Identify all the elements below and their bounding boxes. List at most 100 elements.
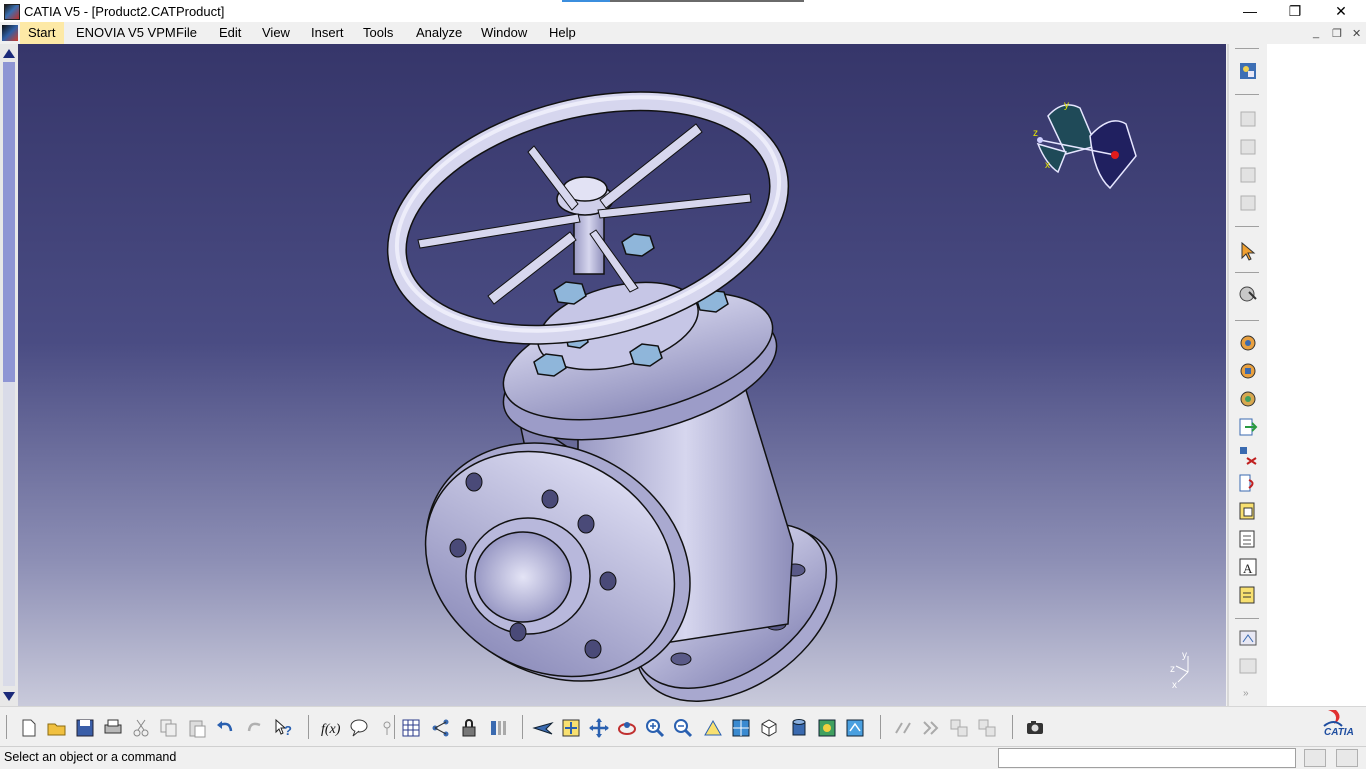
catia-logo-text: CATIA: [1324, 727, 1354, 738]
menu-enovia[interactable]: ENOVIA V5 VPM: [70, 22, 182, 44]
manipulation-icon[interactable]: [1237, 284, 1259, 306]
copy-icon[interactable]: [158, 717, 180, 739]
open-icon[interactable]: [46, 717, 68, 739]
save-icon[interactable]: [74, 717, 96, 739]
status-button-1[interactable]: [1304, 749, 1326, 767]
lock-icon[interactable]: [458, 717, 480, 739]
catia-app-icon: [4, 4, 20, 20]
menu-help[interactable]: Help: [543, 22, 582, 44]
print-icon[interactable]: [102, 717, 124, 739]
menu-bar: Start ENOVIA V5 VPM File Edit View Inser…: [0, 22, 1366, 44]
constraint-gear-1-icon[interactable]: [1237, 332, 1259, 354]
svg-text:A: A: [1243, 561, 1253, 576]
spec-icon[interactable]: [892, 717, 914, 739]
title-bar: CATIA V5 - [Product2.CATProduct] — ❐ ✕: [0, 0, 1366, 22]
annotation-text-icon[interactable]: A: [1237, 556, 1259, 578]
generate-numbering-icon[interactable]: [1237, 500, 1259, 522]
paste-icon[interactable]: [186, 717, 208, 739]
axis-y-label: y: [1182, 650, 1187, 661]
3ds-logo-icon: [1323, 710, 1343, 727]
select-icon[interactable]: [1237, 240, 1259, 262]
scroll-down-arrow-icon[interactable]: [3, 692, 15, 701]
3d-viewport[interactable]: y z x y z x: [18, 44, 1226, 706]
formula-icon[interactable]: f(x): [320, 717, 342, 739]
new-component-icon[interactable]: [1237, 108, 1259, 130]
tree-icon[interactable]: [430, 717, 452, 739]
svg-text:?: ?: [284, 723, 292, 738]
whats-this-icon[interactable]: ?: [272, 717, 294, 739]
undo-icon[interactable]: [214, 717, 236, 739]
zoom-out-icon[interactable]: [672, 717, 694, 739]
more-tools-chevron-icon[interactable]: »: [1243, 688, 1249, 699]
menu-analyze[interactable]: Analyze: [410, 22, 468, 44]
fly-mode-icon[interactable]: [532, 717, 554, 739]
menu-tools[interactable]: Tools: [357, 22, 399, 44]
constraint-gear-2-icon[interactable]: [1237, 360, 1259, 382]
menu-edit[interactable]: Edit: [213, 22, 247, 44]
status-message: Select an object or a command: [4, 750, 177, 764]
menu-view[interactable]: View: [256, 22, 296, 44]
progress-bar: [562, 0, 804, 2]
scroll-up-arrow-icon[interactable]: [3, 49, 15, 58]
zoom-in-icon[interactable]: [644, 717, 666, 739]
menu-window[interactable]: Window: [475, 22, 533, 44]
pan-icon[interactable]: [588, 717, 610, 739]
menu-start[interactable]: Start: [20, 22, 64, 44]
catia-menu-icon[interactable]: [2, 25, 18, 41]
maximize-button[interactable]: ❐: [1272, 0, 1318, 22]
minimize-button[interactable]: —: [1227, 0, 1273, 22]
export-icon[interactable]: [1237, 416, 1259, 438]
mdi-close-button[interactable]: ✕: [1352, 27, 1361, 40]
bill-of-material-icon[interactable]: [1237, 584, 1259, 606]
render-style-icon[interactable]: [758, 717, 780, 739]
scene-icon[interactable]: [1237, 628, 1259, 650]
hide-show-icon[interactable]: [816, 717, 838, 739]
comment-icon[interactable]: [348, 717, 370, 739]
normal-view-icon[interactable]: [702, 717, 724, 739]
status-button-2[interactable]: [1336, 749, 1358, 767]
swap-space-icon[interactable]: [844, 717, 866, 739]
menu-insert[interactable]: Insert: [305, 22, 350, 44]
next-icon[interactable]: [920, 717, 942, 739]
replace-icon[interactable]: [1237, 444, 1259, 466]
svg-text:f(x): f(x): [321, 722, 341, 737]
cut-icon[interactable]: [130, 717, 152, 739]
close-button[interactable]: ✕: [1318, 0, 1364, 22]
new-part-icon[interactable]: [1237, 164, 1259, 186]
mdi-restore-button[interactable]: ❐: [1332, 27, 1342, 40]
product-structure-icon[interactable]: [1237, 60, 1259, 82]
new-product-icon[interactable]: [1237, 136, 1259, 158]
existing-component-icon[interactable]: [1237, 192, 1259, 214]
menu-file[interactable]: File: [170, 22, 203, 44]
fit-all-icon[interactable]: [560, 717, 582, 739]
axis-x-label: x: [1172, 680, 1177, 691]
bottom-toolbar: ? f(x): [0, 706, 1366, 747]
catia-logo: CATIA: [1314, 708, 1362, 740]
sync-icon[interactable]: [948, 717, 970, 739]
compass-widget[interactable]: y z x: [1033, 100, 1137, 190]
cylinder-icon[interactable]: [788, 717, 810, 739]
right-margin: [1267, 44, 1366, 706]
right-toolbar: A »: [1227, 44, 1269, 706]
tree-scrollbar[interactable]: [0, 44, 18, 706]
compass-y-label: y: [1064, 100, 1069, 111]
sync2-icon[interactable]: [976, 717, 998, 739]
multi-instantiation-icon[interactable]: [1237, 528, 1259, 550]
capture-icon[interactable]: [1024, 717, 1046, 739]
views-icon[interactable]: [730, 717, 752, 739]
mdi-minimize-button[interactable]: _: [1313, 27, 1319, 39]
constraint-gear-3-icon[interactable]: [1237, 388, 1259, 410]
compass-z-label: z: [1033, 128, 1038, 139]
reorder-icon[interactable]: [1237, 472, 1259, 494]
scene-disabled-icon[interactable]: [1237, 656, 1259, 678]
redo-icon[interactable]: [244, 717, 266, 739]
status-bar: Select an object or a command: [0, 746, 1366, 769]
window-title: CATIA V5 - [Product2.CATProduct]: [24, 4, 225, 19]
scroll-thumb[interactable]: [3, 62, 15, 382]
new-icon[interactable]: [18, 717, 40, 739]
rotate-icon[interactable]: [616, 717, 638, 739]
valve-model[interactable]: y z x y z x: [18, 44, 1226, 706]
table-icon[interactable]: [400, 717, 422, 739]
command-input[interactable]: [998, 748, 1296, 768]
catalog-icon[interactable]: [488, 717, 510, 739]
